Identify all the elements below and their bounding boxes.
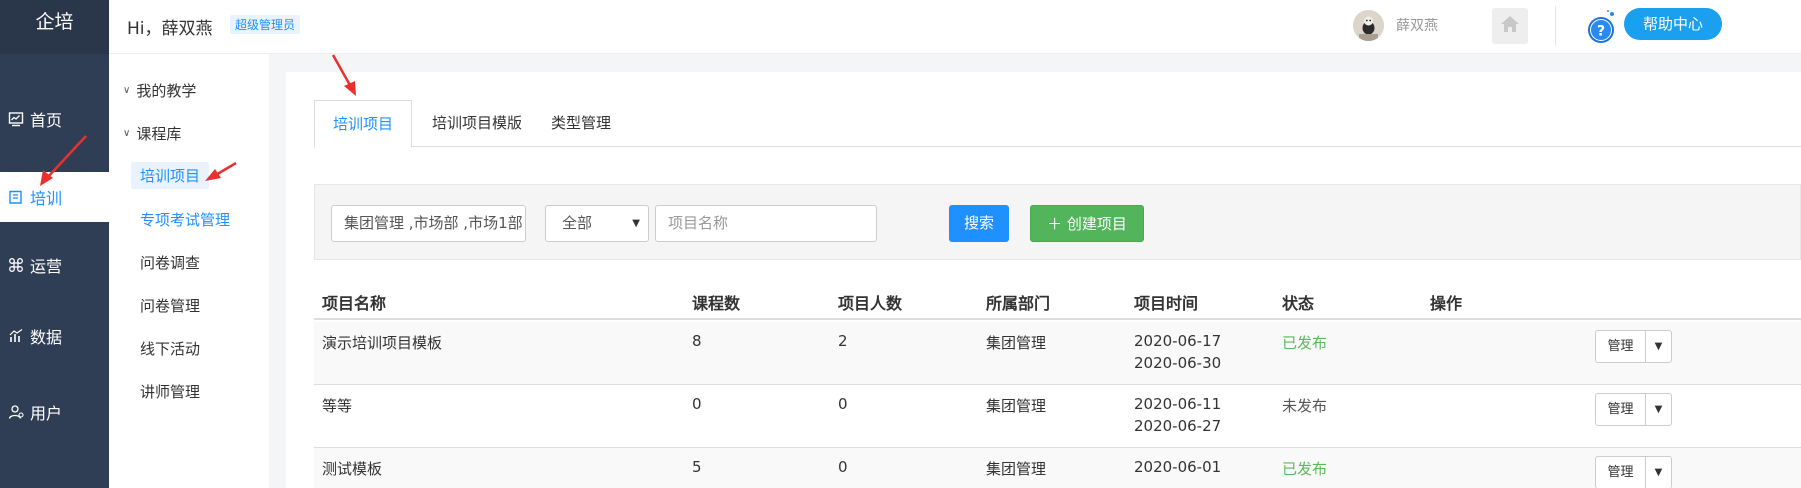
- annotation-arrows: [40, 54, 356, 186]
- arrow-to-training-project-subnav: [205, 161, 237, 181]
- arrow-to-training-rail: [40, 135, 87, 186]
- arrow-to-training-project-tab: [331, 54, 356, 96]
